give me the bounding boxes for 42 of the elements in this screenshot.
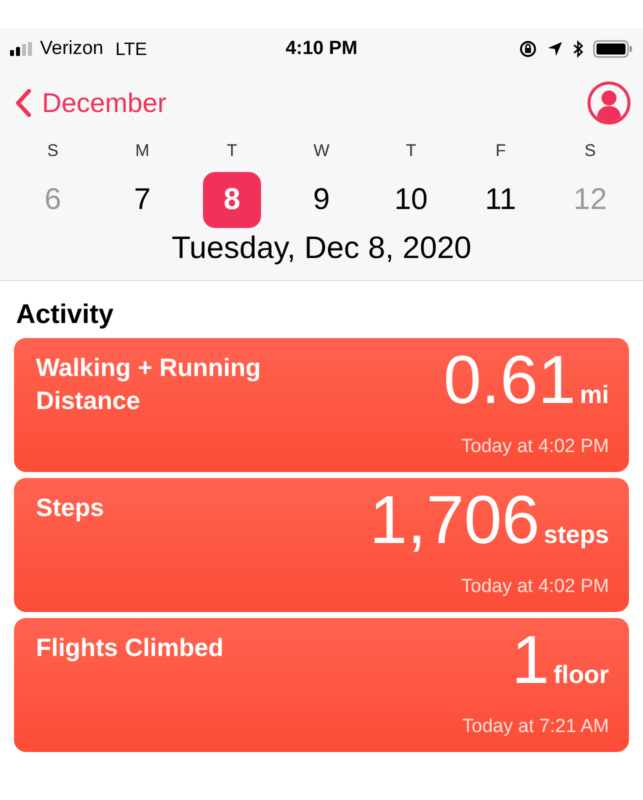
day-number[interactable]: 6: [24, 172, 82, 228]
card-title: Steps: [36, 493, 106, 524]
selected-date: Tuesday, Dec 8, 2020: [170, 230, 472, 266]
weekday-letter: S: [47, 140, 58, 162]
bluetooth-icon: [573, 40, 583, 58]
timestamp: Today at 4:02 PM: [461, 576, 609, 598]
weekday-letter: M: [135, 140, 150, 162]
metric-value: 1: [512, 626, 550, 694]
carrier-name: Verizon: [40, 38, 104, 60]
activity-card[interactable]: Flights Climbed 1 floor Today at 7:21 AM: [14, 618, 629, 752]
card-title: Flights Climbed: [36, 633, 224, 664]
weekday-letter: W: [313, 140, 330, 162]
chevron-left-icon: [14, 88, 32, 118]
day-number[interactable]: 8: [202, 172, 261, 228]
timestamp: Today at 7:21 AM: [462, 716, 609, 738]
day-number[interactable]: 9: [292, 172, 350, 228]
rotation-lock-icon: [519, 40, 537, 58]
timestamp: Today at 4:02 PM: [461, 436, 609, 458]
status-time: 4:10 PM: [286, 38, 358, 60]
metric-value: 1,706: [370, 486, 540, 554]
location-icon: [547, 41, 563, 57]
day-number[interactable]: 11: [472, 172, 530, 228]
weekday-letter: T: [406, 140, 416, 162]
section-title: Activity: [15, 298, 115, 331]
back-button[interactable]: December: [14, 88, 167, 118]
signal-icon: [10, 42, 34, 56]
weekday-letter: T: [226, 140, 238, 162]
metric-value: 0.61: [443, 346, 576, 414]
day-number[interactable]: 10: [382, 172, 440, 228]
weekday-letter: S: [584, 140, 596, 162]
network-type: LTE: [115, 38, 148, 60]
card-title: Walking + Running Distance: [36, 353, 262, 416]
metric-unit: mi: [580, 381, 609, 410]
activity-card[interactable]: Steps 1,706 steps Today at 4:02 PM: [14, 478, 629, 612]
profile-icon[interactable]: [587, 81, 631, 125]
day-number[interactable]: 7: [113, 172, 172, 228]
weekday-letter: F: [495, 140, 506, 162]
activity-card[interactable]: Walking + Running Distance 0.61 mi Today at 4:02 PM: [14, 338, 629, 472]
battery-icon: [593, 40, 633, 58]
day-number[interactable]: 12: [561, 172, 620, 228]
metric-unit: floor: [553, 661, 609, 690]
metric-unit: steps: [544, 521, 609, 550]
